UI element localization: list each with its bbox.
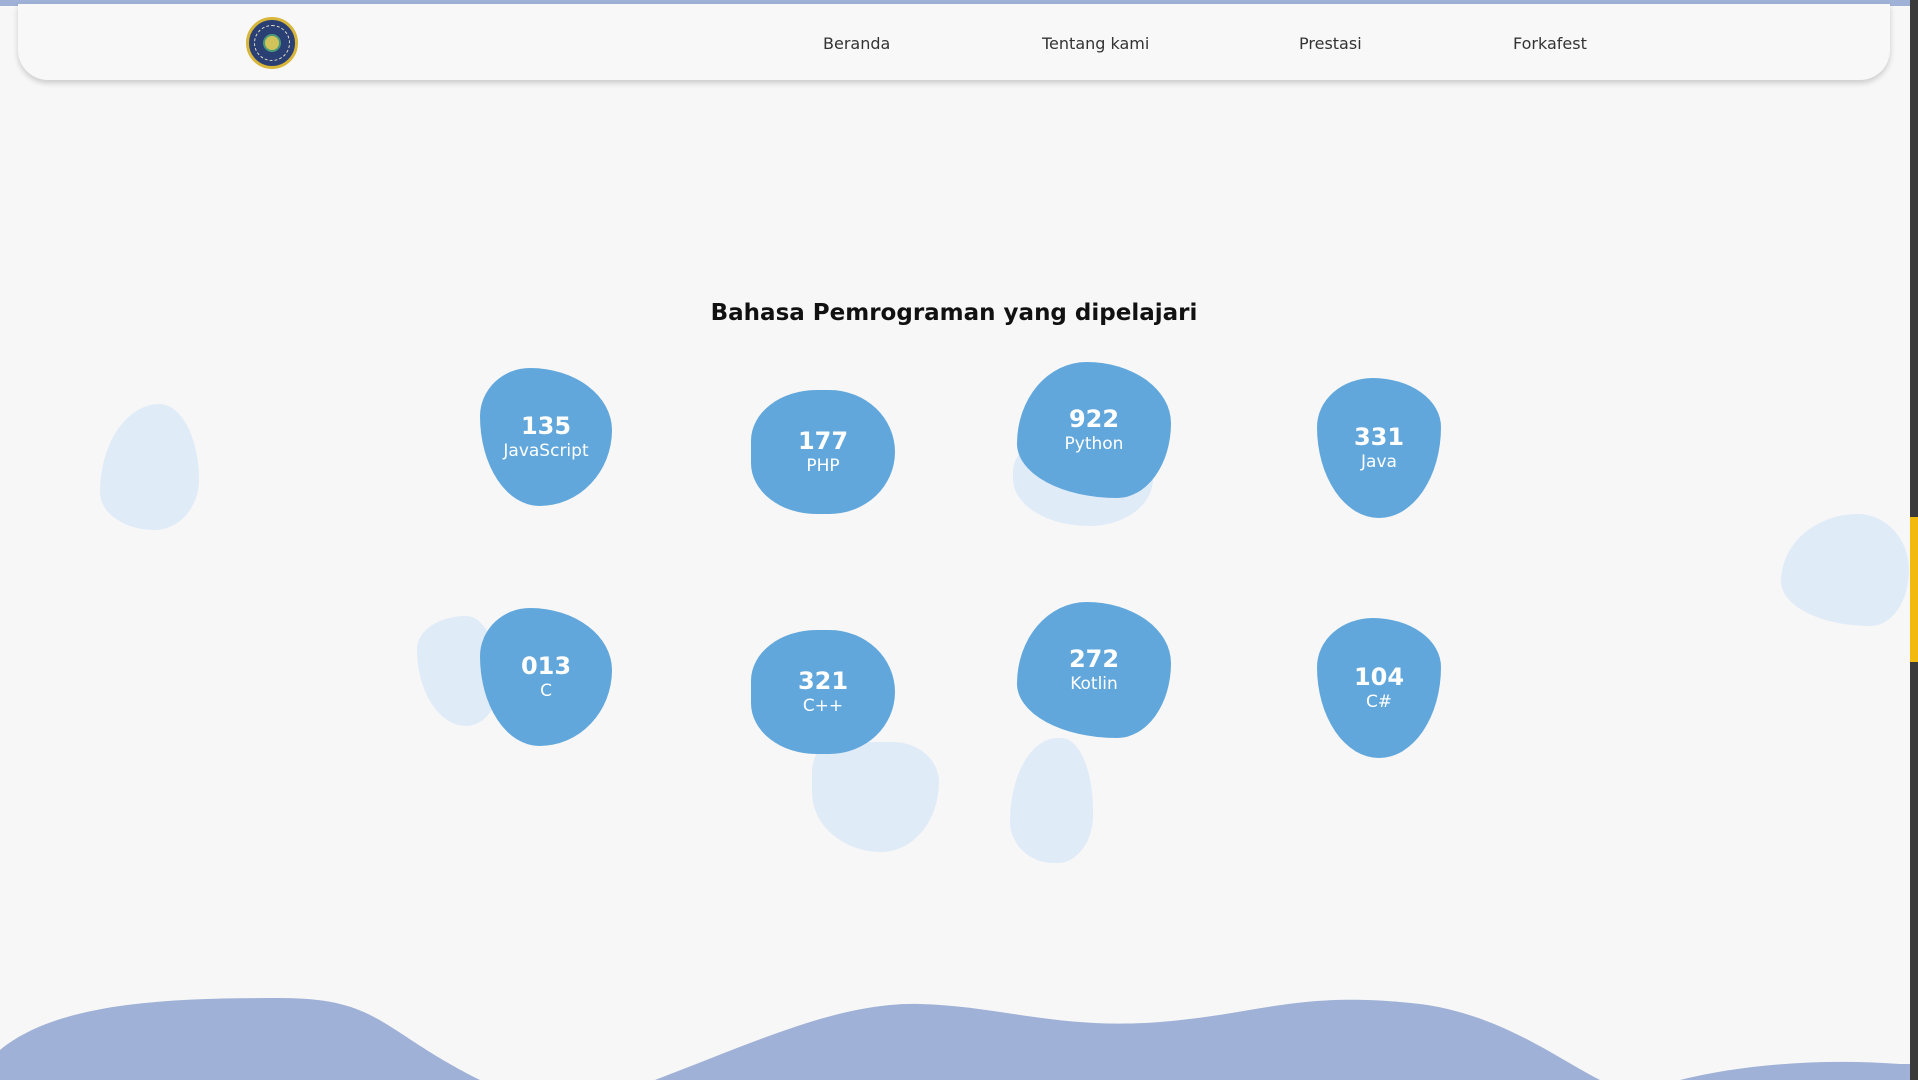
logo-emblem bbox=[263, 34, 281, 52]
page: Beranda Tentang kami Prestasi Forkafest … bbox=[0, 0, 1918, 1080]
nav-link-beranda[interactable]: Beranda bbox=[823, 34, 890, 53]
nav-link-tentang-kami[interactable]: Tentang kami bbox=[1042, 34, 1149, 53]
language-card: 104 C# bbox=[1317, 618, 1441, 758]
language-name: C++ bbox=[802, 696, 844, 716]
language-name: PHP bbox=[806, 456, 840, 476]
university-logo[interactable] bbox=[246, 17, 298, 69]
bottom-wave bbox=[0, 998, 1918, 1080]
language-count: 013 bbox=[520, 652, 572, 680]
language-name: C bbox=[540, 681, 552, 701]
language-count: 177 bbox=[797, 427, 849, 455]
section-title: Bahasa Pemrograman yang dipelajari bbox=[710, 300, 1198, 327]
language-card: 177 PHP bbox=[751, 390, 895, 514]
language-count: 104 bbox=[1353, 663, 1405, 691]
language-count: 331 bbox=[1353, 423, 1405, 451]
scrollbar-thumb[interactable] bbox=[1910, 517, 1918, 662]
nav-link-forkafest[interactable]: Forkafest bbox=[1513, 34, 1587, 53]
language-count: 922 bbox=[1068, 405, 1120, 433]
language-count: 272 bbox=[1068, 645, 1120, 673]
decorative-blob bbox=[812, 742, 939, 852]
decorative-blob bbox=[1010, 738, 1093, 863]
decorative-blob bbox=[100, 404, 199, 530]
language-count: 321 bbox=[797, 667, 849, 695]
decorative-blob bbox=[1781, 514, 1909, 626]
language-name: JavaScript bbox=[503, 441, 589, 461]
language-card: 331 Java bbox=[1317, 378, 1441, 518]
language-card: 272 Kotlin bbox=[1017, 602, 1171, 738]
language-card: 013 C bbox=[480, 608, 612, 746]
language-name: Kotlin bbox=[1070, 674, 1118, 694]
nav-link-prestasi[interactable]: Prestasi bbox=[1299, 34, 1362, 53]
language-name: C# bbox=[1365, 692, 1393, 712]
language-name: Java bbox=[1361, 452, 1397, 472]
language-count: 135 bbox=[520, 412, 572, 440]
scrollbar[interactable] bbox=[1910, 0, 1918, 1080]
language-card: 321 C++ bbox=[751, 630, 895, 754]
language-card: 922 Python bbox=[1017, 362, 1171, 498]
language-name: Python bbox=[1064, 434, 1124, 454]
navbar: Beranda Tentang kami Prestasi Forkafest bbox=[18, 4, 1890, 80]
language-card: 135 JavaScript bbox=[480, 368, 612, 506]
